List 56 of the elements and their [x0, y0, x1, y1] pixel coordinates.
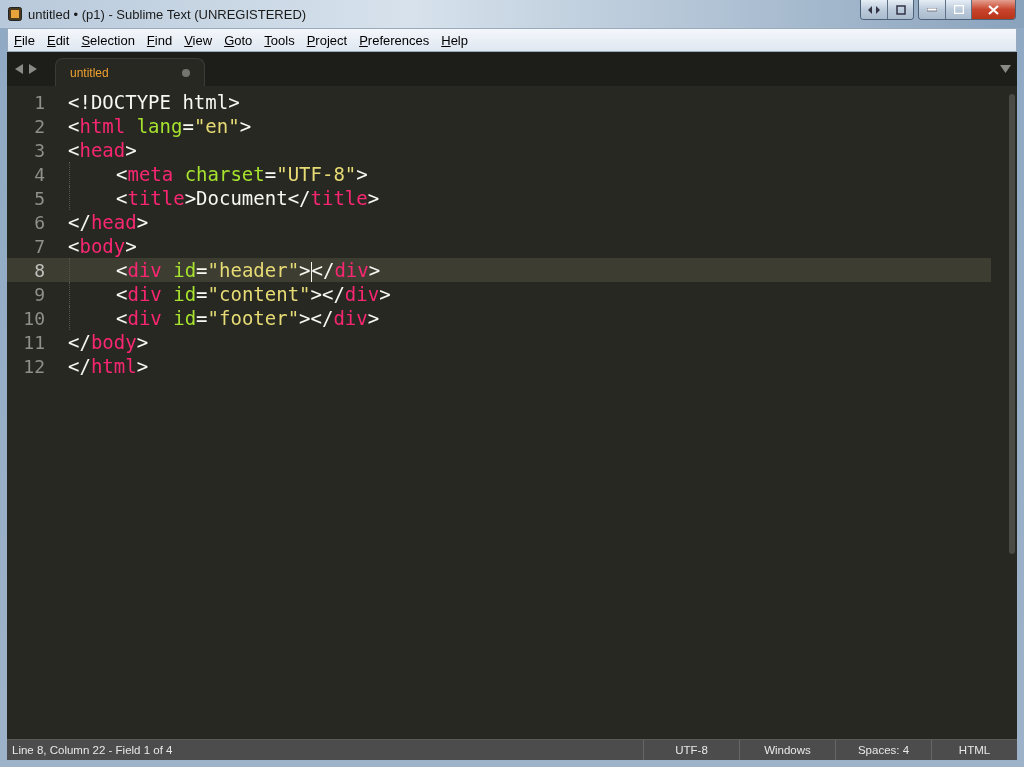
- code-line: <head>: [68, 138, 137, 162]
- code-line: <div id="header"></div>: [68, 258, 381, 282]
- window-title: untitled • (p1) - Sublime Text (UNREGISTERED): [28, 6, 308, 22]
- line-number: 10: [22, 307, 45, 329]
- menu-item[interactable]: Preferences: [353, 32, 436, 48]
- code-line: <html lang="en">: [68, 114, 252, 138]
- close-button[interactable]: [971, 0, 1015, 19]
- code-line: </body>: [68, 330, 149, 354]
- menu-item[interactable]: Edit: [40, 32, 76, 48]
- app-icon: [8, 7, 22, 21]
- status-item[interactable]: Windows: [739, 740, 835, 760]
- code-brackets-icon: [868, 5, 880, 14]
- restore-icon-button[interactable]: [887, 0, 913, 19]
- line-number: 11: [22, 331, 45, 353]
- line-number: 12: [22, 355, 45, 377]
- code-line: <div id="content"></div>: [68, 282, 391, 306]
- line-number: 5: [33, 187, 45, 209]
- status-item[interactable]: UTF-8: [643, 740, 739, 760]
- editor-tab[interactable]: untitled: [55, 58, 205, 86]
- status-text: Line 8, Column 22 - Field 1 of 4: [11, 744, 174, 756]
- status-item[interactable]: Spaces: 4: [835, 740, 931, 760]
- line-number: 9: [33, 283, 45, 305]
- code-line: </html>: [68, 354, 149, 378]
- line-number: 2: [33, 115, 45, 137]
- code-line: <body>: [68, 234, 137, 258]
- text-cursor: [310, 261, 312, 282]
- line-number: 3: [33, 139, 45, 161]
- menu-item[interactable]: Help: [435, 32, 474, 48]
- status-item[interactable]: HTML: [931, 740, 1017, 760]
- line-number: 1: [33, 91, 45, 113]
- code-line: <meta charset="UTF-8">: [68, 162, 368, 186]
- code-line: <title>Document</title>: [68, 186, 380, 210]
- back-arrow-icon[interactable]: [15, 64, 23, 74]
- menu-item[interactable]: View: [178, 32, 219, 48]
- dropdown-arrow-icon[interactable]: [1000, 65, 1011, 73]
- close-icon: [988, 4, 999, 15]
- line-number: 6: [33, 211, 45, 233]
- square-icon: [895, 4, 906, 15]
- menu-item[interactable]: Find: [140, 32, 179, 48]
- code-icon-button[interactable]: [861, 0, 887, 19]
- menu-item[interactable]: File: [8, 32, 41, 48]
- menu-item[interactable]: Tools: [258, 32, 301, 48]
- line-number: 8: [33, 259, 45, 281]
- menu-item[interactable]: Project: [300, 32, 354, 48]
- forward-arrow-icon[interactable]: [29, 64, 37, 74]
- code-line: <!DOCTYPE html>: [68, 90, 240, 114]
- maximize-icon: [953, 5, 964, 14]
- menu-item[interactable]: Goto: [218, 32, 259, 48]
- scrollbar-thumb[interactable]: [1009, 94, 1015, 554]
- line-number: 7: [33, 235, 45, 257]
- menu-item[interactable]: Selection: [75, 32, 141, 48]
- maximize-button[interactable]: [945, 0, 971, 19]
- code-line: </head>: [68, 210, 149, 234]
- minimize-icon: [927, 7, 937, 12]
- line-number: 4: [33, 163, 45, 185]
- code-line: <div id="footer"></div>: [68, 306, 380, 330]
